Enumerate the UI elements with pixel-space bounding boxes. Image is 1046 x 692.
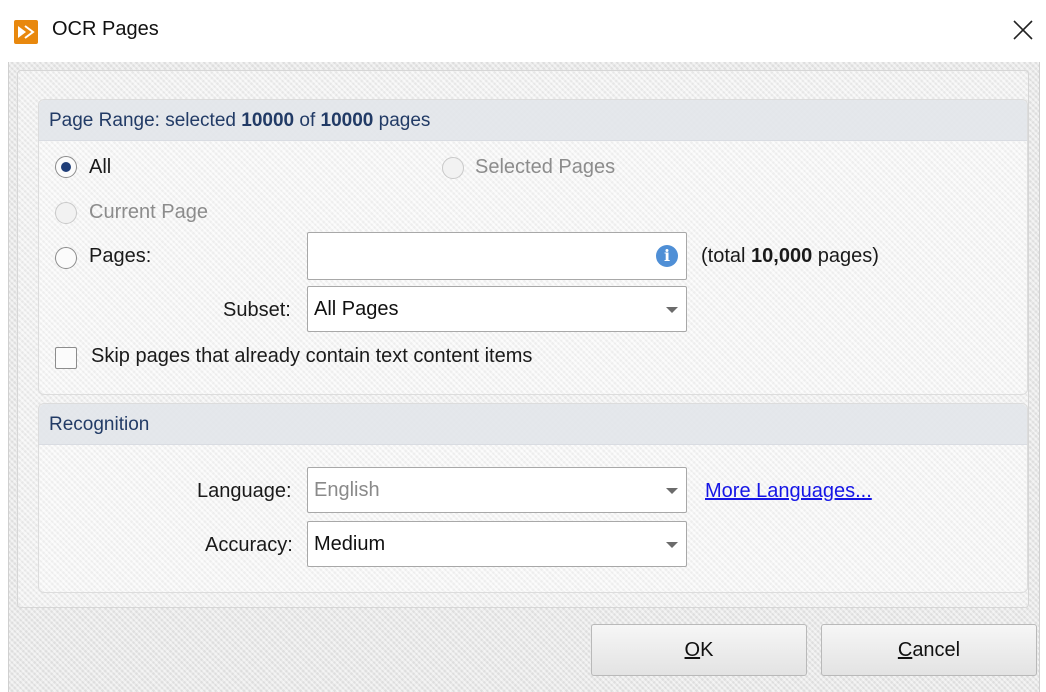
cancel-button[interactable]: Cancel <box>821 624 1037 676</box>
language-select[interactable]: English <box>307 467 687 513</box>
skip-text-pages-label[interactable]: Skip pages that already contain text con… <box>91 345 532 368</box>
chevron-down-icon <box>666 307 678 313</box>
radio-pages[interactable] <box>55 247 77 269</box>
accuracy-select[interactable]: Medium <box>307 521 687 567</box>
radio-selected-pages-label[interactable]: Selected Pages <box>475 156 615 179</box>
radio-pages-label[interactable]: Pages: <box>89 245 151 268</box>
more-languages-link[interactable]: More Languages... <box>705 480 872 503</box>
total-pages-note: (total 10,000 pages) <box>701 245 879 267</box>
dialog-body: Page Range: selected 10000 of 10000 page… <box>8 62 1040 692</box>
radio-all-label[interactable]: All <box>89 156 111 179</box>
total-count: 10000 <box>320 110 374 131</box>
language-label: Language: <box>197 480 292 502</box>
subset-label: Subset: <box>223 299 291 321</box>
title-bar: OCR Pages <box>0 0 1046 62</box>
info-icon[interactable]: i <box>656 245 678 267</box>
chevron-down-icon <box>666 542 678 548</box>
close-button[interactable] <box>998 0 1046 62</box>
radio-current-page[interactable] <box>55 202 77 224</box>
radio-current-page-label[interactable]: Current Page <box>89 201 208 224</box>
close-icon <box>1013 20 1033 40</box>
skip-text-pages-checkbox[interactable] <box>55 347 77 369</box>
subset-select[interactable]: All Pages <box>307 286 687 332</box>
subset-value: All Pages <box>314 298 399 320</box>
language-value: English <box>314 479 380 501</box>
radio-selected-dot <box>61 162 71 172</box>
accuracy-value: Medium <box>314 533 386 555</box>
selected-count: 10000 <box>241 110 295 131</box>
ok-button[interactable]: OK <box>591 624 807 676</box>
recognition-group: Recognition Language: English More Langu… <box>38 403 1028 593</box>
page-range-group: Page Range: selected 10000 of 10000 page… <box>38 99 1028 395</box>
recognition-title: Recognition <box>49 414 150 435</box>
radio-selected-pages[interactable] <box>442 157 464 179</box>
pages-input[interactable]: i <box>307 232 687 280</box>
window-title: OCR Pages <box>52 18 159 40</box>
chevron-down-icon <box>666 488 678 494</box>
accuracy-label: Accuracy: <box>205 534 293 556</box>
app-icon <box>14 20 38 44</box>
radio-all[interactable] <box>55 156 77 178</box>
options-panel: Page Range: selected 10000 of 10000 page… <box>17 70 1029 608</box>
recognition-header: Recognition <box>39 404 1027 445</box>
page-range-title: Page Range: selected 10000 of 10000 page… <box>49 110 431 131</box>
page-range-header: Page Range: selected 10000 of 10000 page… <box>39 100 1027 141</box>
